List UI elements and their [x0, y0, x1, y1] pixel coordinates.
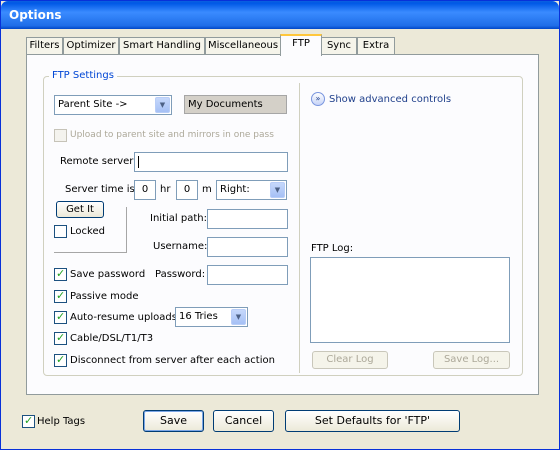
password-input[interactable] — [207, 265, 288, 285]
site-select[interactable]: Parent Site -> ▼ — [54, 95, 172, 115]
hours-unit: hr — [160, 184, 171, 195]
save-button[interactable]: Save — [143, 410, 204, 432]
tab-extra[interactable]: Extra — [357, 37, 395, 55]
auto-resume-checkbox[interactable]: ✓ — [54, 310, 67, 324]
locked-label: Locked — [70, 226, 105, 237]
locked-separator — [54, 252, 127, 253]
remote-server-input[interactable] — [134, 152, 288, 172]
minutes-unit: m — [202, 184, 212, 195]
set-defaults-button[interactable]: Set Defaults for 'FTP' — [285, 410, 460, 432]
window-title: Options — [9, 8, 62, 22]
initial-path-input[interactable] — [207, 209, 288, 229]
ftp-log-textarea[interactable] — [310, 257, 510, 343]
ftp-log-label: FTP Log: — [311, 243, 354, 254]
check-icon: ✓ — [56, 267, 66, 280]
save-password-label: Save password — [70, 269, 146, 280]
advanced-controls-link[interactable]: Show advanced controls — [329, 94, 451, 105]
server-time-label: Server time is: — [65, 184, 139, 195]
check-icon: ✓ — [56, 353, 66, 366]
check-icon: ✓ — [56, 331, 66, 344]
chevron-down-icon[interactable]: ▼ — [270, 182, 285, 198]
check-icon: ✓ — [56, 289, 66, 302]
disconnect-label: Disconnect from server after each action — [70, 355, 275, 366]
get-it-button[interactable]: Get It — [56, 201, 104, 218]
direction-select-value: Right: — [220, 184, 250, 195]
help-tags-label: Help Tags — [37, 416, 86, 427]
direction-select[interactable]: Right: ▼ — [216, 180, 287, 200]
chevron-down-icon[interactable]: ▼ — [155, 97, 170, 113]
cable-checkbox[interactable]: ✓ — [54, 331, 67, 345]
disconnect-checkbox[interactable]: ✓ — [54, 353, 67, 367]
upload-checkbox-label: Upload to parent site and mirrors in one… — [70, 130, 274, 140]
group-divider — [299, 83, 300, 373]
tab-miscellaneous[interactable]: Miscellaneous — [205, 37, 281, 55]
tab-filters[interactable]: Filters — [26, 37, 63, 55]
locked-checkbox[interactable] — [54, 225, 67, 238]
passive-mode-checkbox[interactable]: ✓ — [54, 289, 67, 303]
tab-sync[interactable]: Sync — [321, 37, 357, 55]
password-label: Password: — [155, 269, 206, 280]
expand-chevron-icon[interactable]: » — [311, 92, 325, 106]
text-cursor — [138, 156, 139, 168]
tab-optimizer[interactable]: Optimizer — [63, 37, 119, 55]
username-input[interactable] — [207, 237, 288, 257]
locked-divider — [126, 207, 127, 253]
save-password-checkbox[interactable]: ✓ — [54, 267, 67, 281]
upload-checkbox[interactable] — [54, 129, 67, 142]
username-label: Username: — [153, 241, 208, 252]
minutes-input[interactable]: 0 — [176, 180, 198, 200]
site-select-value: Parent Site -> — [58, 99, 128, 110]
tries-select[interactable]: 16 Tries ▼ — [175, 307, 248, 327]
tab-ftp[interactable]: FTP — [280, 34, 322, 56]
auto-resume-label: Auto-resume uploads: — [70, 312, 181, 323]
check-icon: ✓ — [56, 310, 66, 323]
tries-select-value: 16 Tries — [179, 311, 218, 322]
initial-path-label: Initial path: — [150, 213, 207, 224]
clear-log-button[interactable]: Clear Log — [312, 351, 388, 369]
tab-smart-handling[interactable]: Smart Handling — [119, 37, 205, 55]
help-tags-checkbox[interactable]: ✓ — [22, 414, 35, 428]
cable-label: Cable/DSL/T1/T3 — [70, 333, 154, 344]
options-window: Options Filters Optimizer Smart Handling… — [0, 0, 560, 450]
folder-display: My Documents — [184, 95, 287, 114]
hours-input[interactable]: 0 — [134, 180, 156, 200]
remote-server-label: Remote server: — [60, 156, 137, 167]
check-icon: ✓ — [24, 414, 34, 427]
passive-mode-label: Passive mode — [70, 291, 139, 302]
cancel-button[interactable]: Cancel — [213, 410, 274, 432]
save-log-button[interactable]: Save Log... — [433, 351, 510, 369]
ftp-settings-title: FTP Settings — [49, 70, 117, 81]
title-bar: Options — [1, 1, 559, 29]
chevron-down-icon[interactable]: ▼ — [231, 309, 246, 325]
